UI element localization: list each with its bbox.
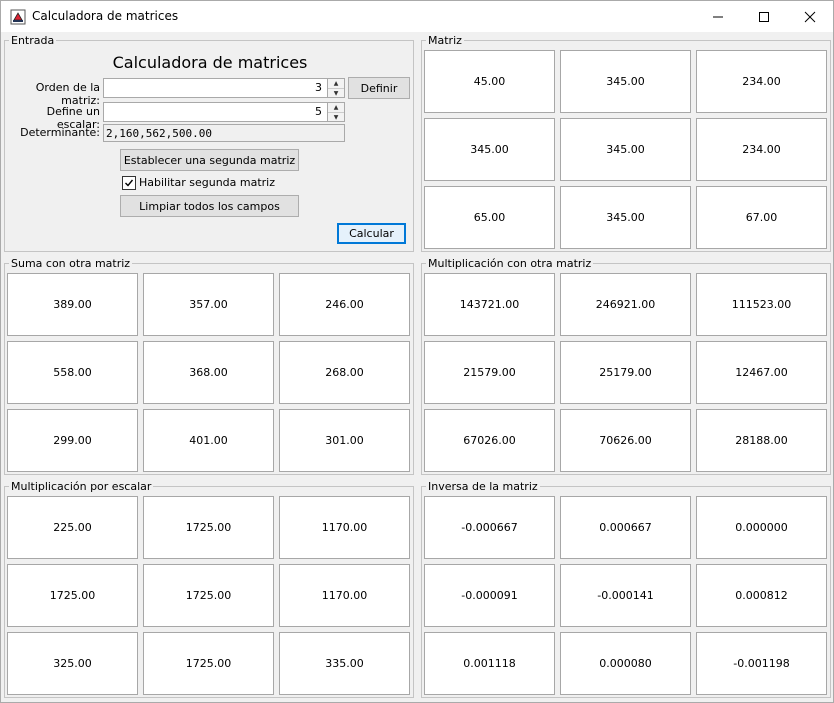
multiplicacion-cell[interactable]: 25179.00 [560,341,691,404]
limpiar-button[interactable]: Limpiar todos los campos [120,195,299,217]
escalar-cell[interactable]: 325.00 [7,632,138,695]
matriz-cell[interactable]: 234.00 [696,50,827,113]
determinante-label: Determinante: [20,126,100,139]
matriz-cell[interactable]: 345.00 [560,118,691,181]
maximize-icon [759,11,769,22]
inversa-cell[interactable]: 0.000667 [560,496,691,559]
multiplicacion-cell[interactable]: 12467.00 [696,341,827,404]
escalar-cell[interactable]: 1725.00 [7,564,138,627]
definir-button[interactable]: Definir [348,77,410,99]
escalar-cell[interactable]: 335.00 [279,632,410,695]
calculator-heading: Calculadora de matrices [112,53,308,72]
escalar-spinner-buttons[interactable]: ▲ ▼ [327,103,344,121]
suma-cell[interactable]: 301.00 [279,409,410,472]
multiplicacion-cell[interactable]: 21579.00 [424,341,555,404]
matriz-cell[interactable]: 234.00 [696,118,827,181]
escalar-cell[interactable]: 225.00 [7,496,138,559]
maximize-button[interactable] [741,1,787,32]
habilitar-label[interactable]: Habilitar segunda matriz [139,176,275,189]
escalar-cell[interactable]: 1170.00 [279,564,410,627]
escalar-cell[interactable]: 1725.00 [143,632,274,695]
multiplicacion-cell[interactable]: 111523.00 [696,273,827,336]
calcular-button[interactable]: Calcular [337,223,406,244]
escalar-value[interactable]: 5 [315,105,322,118]
inversa-cell[interactable]: 0.000000 [696,496,827,559]
suma-cell[interactable]: 558.00 [7,341,138,404]
spinner-down-icon[interactable]: ▼ [328,89,344,98]
matriz-panel-title: Matriz [426,34,464,47]
spinner-down-icon[interactable]: ▼ [328,113,344,122]
multiplicacion-cell[interactable]: 70626.00 [560,409,691,472]
inversa-cell[interactable]: -0.001198 [696,632,827,695]
minimize-button[interactable] [695,1,741,32]
matriz-cell[interactable]: 345.00 [560,50,691,113]
close-icon [804,11,816,22]
segunda-matriz-button[interactable]: Establecer una segunda matriz [120,149,299,171]
java-app-icon [10,9,26,25]
matriz-cell[interactable]: 45.00 [424,50,555,113]
orden-value[interactable]: 3 [315,81,322,94]
spinner-up-icon[interactable]: ▲ [328,79,344,89]
orden-label: Orden de la matriz: [35,81,100,107]
entrada-panel-title: Entrada [9,34,57,47]
matriz-cell[interactable]: 345.00 [560,186,691,249]
suma-cell[interactable]: 246.00 [279,273,410,336]
escalar-cell[interactable]: 1725.00 [143,496,274,559]
orden-spinner[interactable]: 3 ▲ ▼ [103,78,345,98]
inversa-cell[interactable]: 0.000080 [560,632,691,695]
inversa-panel-title: Inversa de la matriz [426,480,540,493]
app-window: Calculadora de matrices Entrada Calculad… [0,0,834,703]
multiplicacion-cell[interactable]: 143721.00 [424,273,555,336]
multiplicacion-cell[interactable]: 246921.00 [560,273,691,336]
habilitar-checkbox[interactable] [122,176,136,190]
escalar-panel-title: Multiplicación por escalar [9,480,154,493]
suma-panel-title: Suma con otra matriz [9,257,133,270]
inversa-cell[interactable]: 0.000812 [696,564,827,627]
multiplicacion-cell[interactable]: 67026.00 [424,409,555,472]
matriz-cell[interactable]: 65.00 [424,186,555,249]
suma-cell[interactable]: 389.00 [7,273,138,336]
close-button[interactable] [787,1,833,32]
escalar-cell[interactable]: 1170.00 [279,496,410,559]
suma-cell[interactable]: 357.00 [143,273,274,336]
multiplicacion-cell[interactable]: 28188.00 [696,409,827,472]
window-title: Calculadora de matrices [32,9,179,23]
matriz-cell[interactable]: 67.00 [696,186,827,249]
inversa-cell[interactable]: 0.001118 [424,632,555,695]
inversa-cell[interactable]: -0.000141 [560,564,691,627]
checkmark-icon [125,179,134,187]
spinner-up-icon[interactable]: ▲ [328,103,344,113]
inversa-cell[interactable]: -0.000667 [424,496,555,559]
suma-cell[interactable]: 401.00 [143,409,274,472]
escalar-spinner[interactable]: 5 ▲ ▼ [103,102,345,122]
minimize-icon [713,16,723,17]
matriz-cell[interactable]: 345.00 [424,118,555,181]
suma-cell[interactable]: 268.00 [279,341,410,404]
suma-cell[interactable]: 299.00 [7,409,138,472]
multiplicacion-panel-title: Multiplicación con otra matriz [426,257,594,270]
determinante-field: 2,160,562,500.00 [103,124,345,142]
orden-spinner-buttons[interactable]: ▲ ▼ [327,79,344,97]
inversa-cell[interactable]: -0.000091 [424,564,555,627]
title-bar[interactable]: Calculadora de matrices [1,1,833,32]
escalar-cell[interactable]: 1725.00 [143,564,274,627]
suma-cell[interactable]: 368.00 [143,341,274,404]
